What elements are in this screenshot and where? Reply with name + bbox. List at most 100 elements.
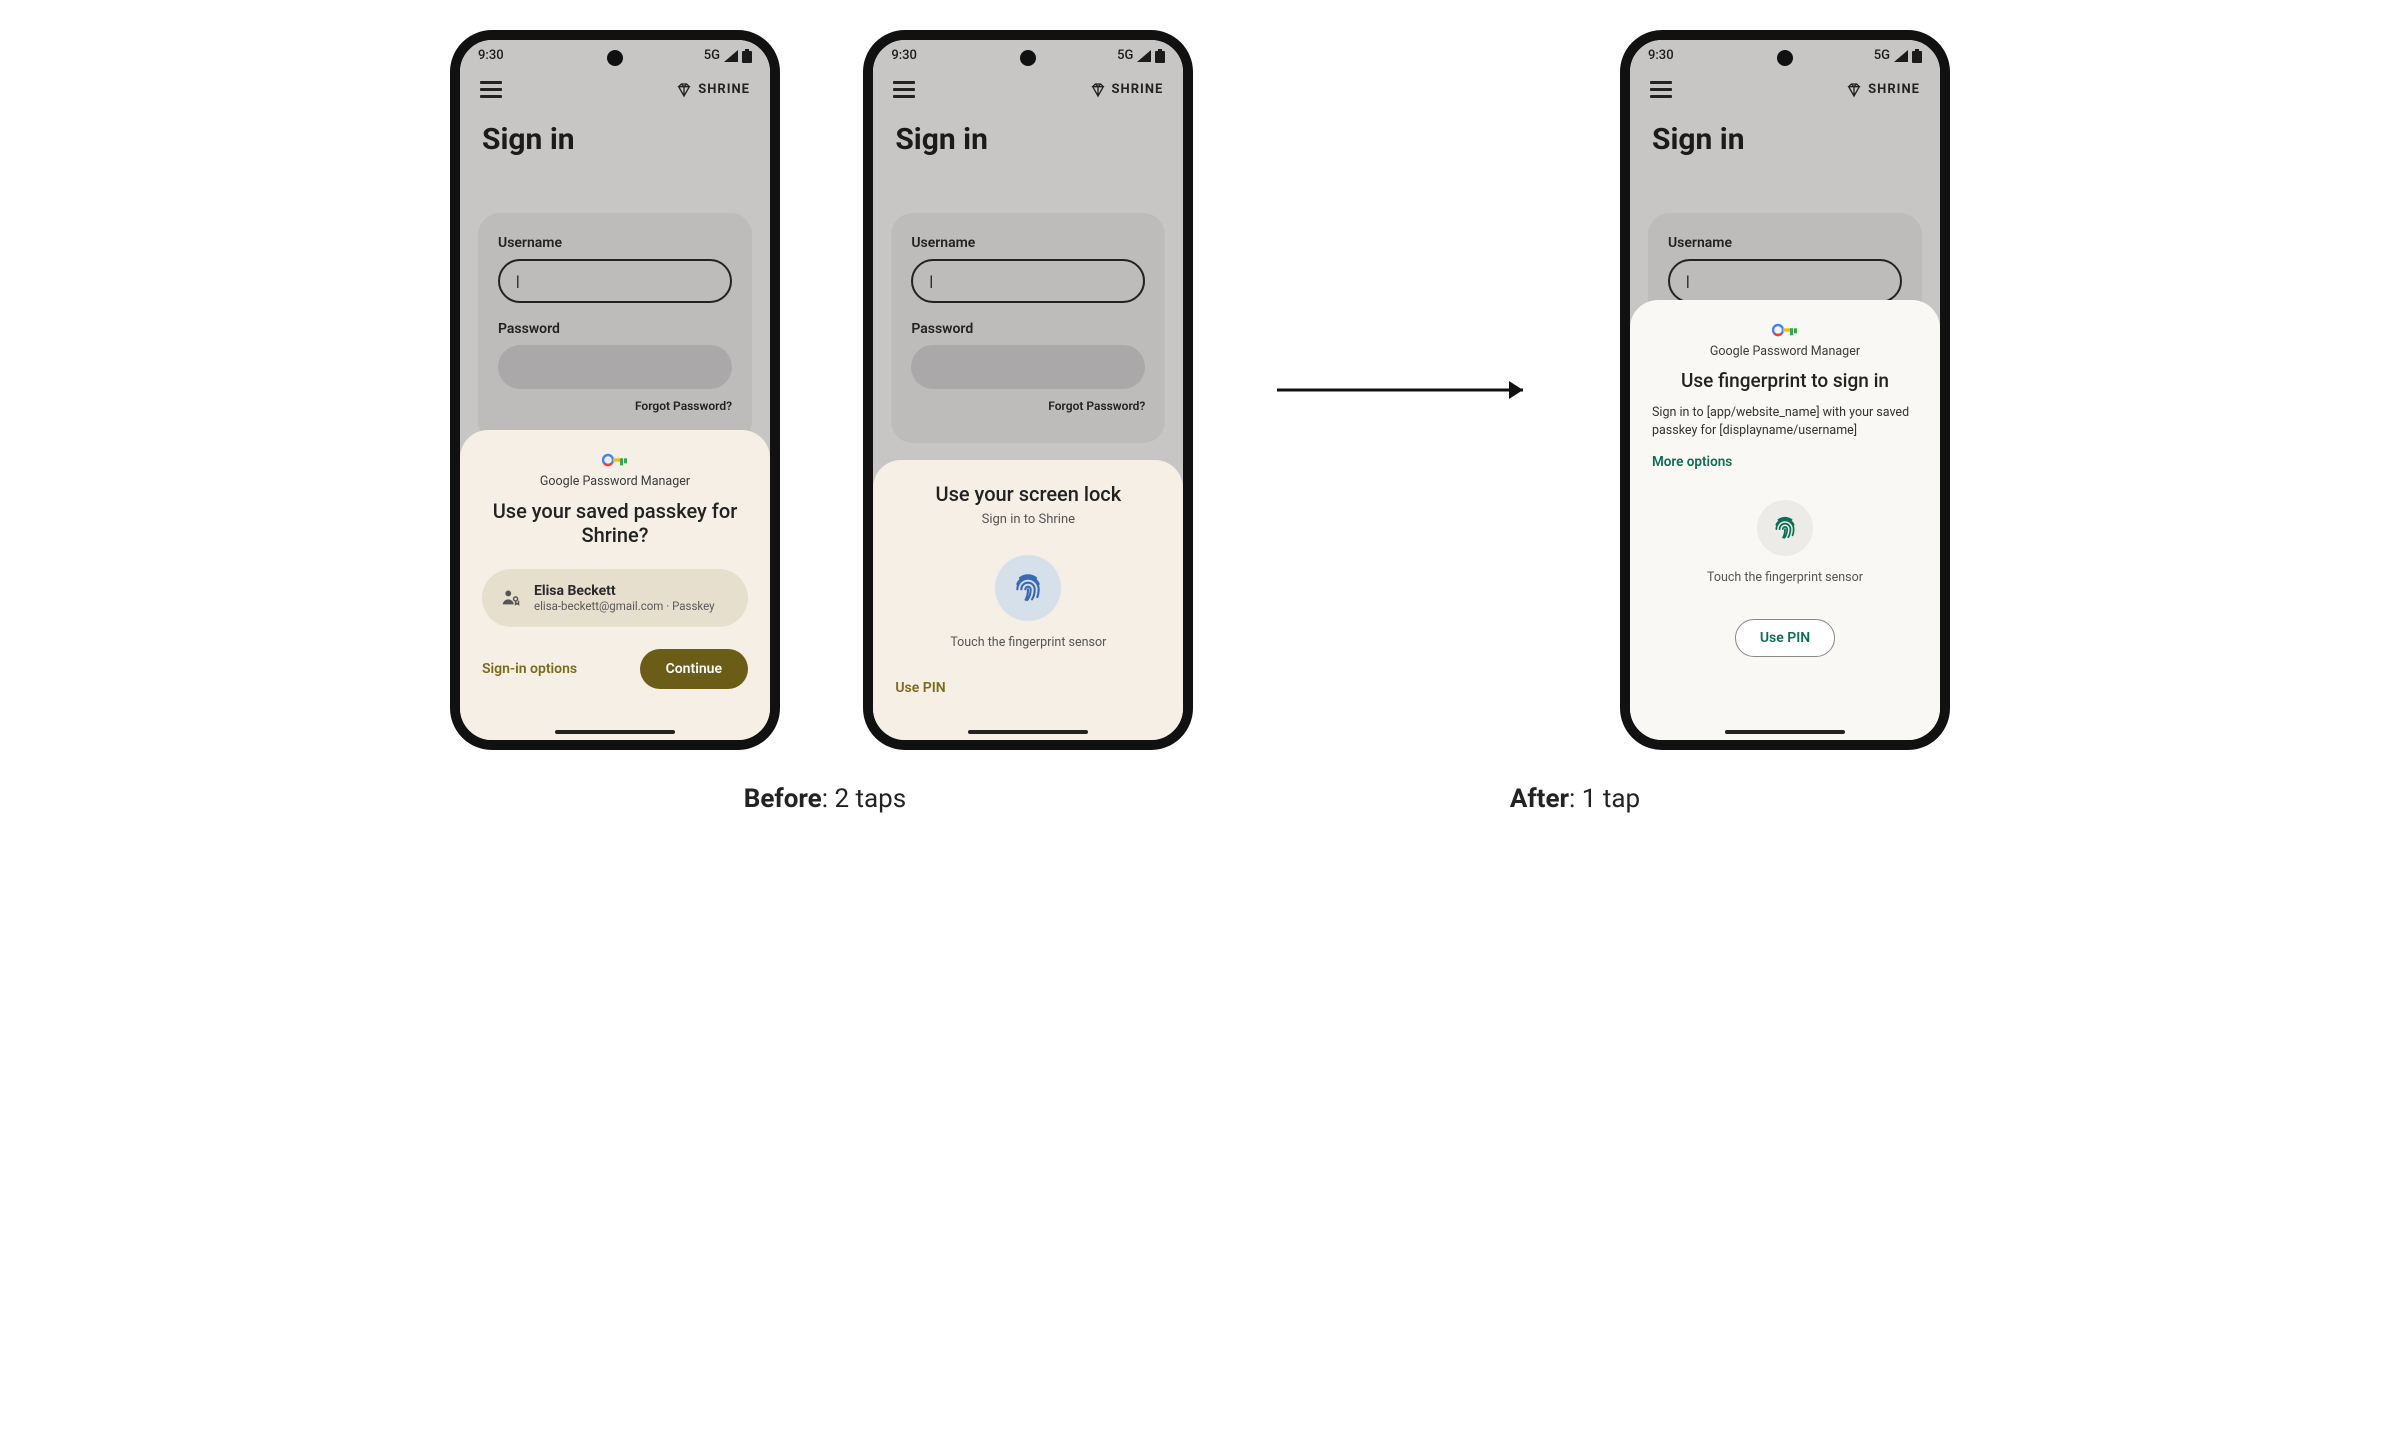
key-icon — [1772, 322, 1798, 338]
phone-before-step2: 9:30 5G SHRINE Sign in Username Pa — [863, 30, 1193, 750]
home-indicator[interactable] — [968, 730, 1088, 734]
username-input[interactable] — [911, 259, 1145, 303]
account-row[interactable]: Elisa Beckett elisa-beckett@gmail.com · … — [482, 569, 748, 627]
password-label: Password — [498, 321, 732, 337]
brand-label: SHRINE — [698, 82, 750, 97]
screen: 9:30 5G SHRINE Sign in Username Pa — [873, 40, 1183, 740]
arrow-icon — [1277, 375, 1537, 405]
brand: SHRINE — [676, 82, 750, 98]
key-icon — [602, 452, 628, 468]
gpm-label: Google Password Manager — [1652, 344, 1918, 359]
signin-options-button[interactable]: Sign-in options — [482, 661, 577, 677]
status-network: 5G — [1874, 48, 1890, 63]
camera-notch — [1020, 50, 1036, 66]
diamond-icon — [1090, 82, 1106, 98]
gpm-label: Google Password Manager — [482, 474, 748, 489]
sheet3-body: Sign in to [app/website_name] with your … — [1652, 404, 1918, 440]
caption-after-rest: : 1 tap — [1569, 784, 1640, 814]
screenlock-sheet: Use your screen lock Sign in to Shrine T… — [873, 460, 1183, 740]
fingerprint-target[interactable] — [1757, 500, 1813, 556]
password-input[interactable] — [911, 345, 1145, 389]
username-label: Username — [498, 235, 732, 251]
fingerprint-sheet: Google Password Manager Use fingerprint … — [1630, 300, 1940, 740]
status-network: 5G — [704, 48, 720, 63]
sheet1-actions: Sign-in options Continue — [482, 649, 748, 689]
page-title: Sign in — [1630, 108, 1940, 177]
signal-icon — [1894, 50, 1908, 62]
more-options-link[interactable]: More options — [1652, 454, 1732, 470]
status-right: 5G — [704, 48, 752, 63]
fingerprint-icon — [1012, 572, 1044, 604]
signin-card: Username Password Forgot Password? — [478, 213, 752, 443]
caption-after-bold: After — [1510, 784, 1569, 814]
brand-label: SHRINE — [1868, 82, 1920, 97]
home-indicator[interactable] — [555, 730, 675, 734]
status-time: 9:30 — [1648, 48, 1674, 63]
caption-before-bold: Before — [744, 784, 822, 814]
hamburger-icon[interactable] — [480, 81, 502, 98]
diamond-icon — [676, 82, 692, 98]
status-network: 5G — [1117, 48, 1133, 63]
caption-after: After: 1 tap — [1200, 784, 1950, 814]
gpm-logo — [482, 452, 748, 468]
caption-row: Before: 2 taps After: 1 tap — [450, 784, 1950, 814]
app-bar: SHRINE — [460, 63, 770, 108]
phone-col-3: 9:30 5G SHRINE Sign in Username — [1620, 30, 1950, 750]
hamburger-icon[interactable] — [1650, 81, 1672, 98]
status-right: 5G — [1874, 48, 1922, 63]
fp-caption: Touch the fingerprint sensor — [1652, 570, 1918, 585]
hamburger-icon[interactable] — [893, 81, 915, 98]
signal-icon — [1137, 50, 1151, 62]
phone-after: 9:30 5G SHRINE Sign in Username — [1620, 30, 1950, 750]
screen: 9:30 5G SHRINE Sign in Username Pa — [460, 40, 770, 740]
battery-icon — [1912, 49, 1922, 63]
caption-before: Before: 2 taps — [450, 784, 1200, 814]
signin-card: Username Password Forgot Password? — [891, 213, 1165, 443]
page-title: Sign in — [873, 108, 1183, 177]
signal-icon — [724, 50, 738, 62]
fp-caption: Touch the fingerprint sensor — [895, 635, 1161, 650]
use-pin-button[interactable]: Use PIN — [895, 680, 945, 696]
caption-before-rest: : 2 taps — [822, 784, 906, 814]
sheet3-title: Use fingerprint to sign in — [1652, 369, 1918, 392]
diamond-icon — [1846, 82, 1862, 98]
screen: 9:30 5G SHRINE Sign in Username — [1630, 40, 1940, 740]
continue-button[interactable]: Continue — [640, 649, 748, 689]
gpm-logo — [1652, 322, 1918, 338]
battery-icon — [742, 49, 752, 63]
forgot-password-link[interactable]: Forgot Password? — [498, 399, 732, 413]
home-indicator[interactable] — [1725, 730, 1845, 734]
battery-icon — [1155, 49, 1165, 63]
passkey-sheet: Google Password Manager Use your saved p… — [460, 430, 770, 740]
sheet2-subtitle: Sign in to Shrine — [895, 512, 1161, 527]
flow-arrow — [1277, 30, 1537, 750]
status-right: 5G — [1117, 48, 1165, 63]
account-name: Elisa Beckett — [534, 583, 715, 599]
username-label: Username — [1668, 235, 1902, 251]
phone-col-1: 9:30 5G SHRINE Sign in Username Pa — [450, 30, 780, 750]
camera-notch — [607, 50, 623, 66]
app-bar: SHRINE — [1630, 63, 1940, 108]
sheet1-title: Use your saved passkey for Shrine? — [482, 499, 748, 547]
comparison-stage: 9:30 5G SHRINE Sign in Username Pa — [450, 30, 1950, 750]
passkey-person-icon — [500, 587, 522, 609]
camera-notch — [1777, 50, 1793, 66]
sheet2-title: Use your screen lock — [895, 482, 1161, 506]
username-input[interactable] — [1668, 259, 1902, 303]
password-label: Password — [911, 321, 1145, 337]
brand-label: SHRINE — [1112, 82, 1164, 97]
forgot-password-link[interactable]: Forgot Password? — [911, 399, 1145, 413]
brand: SHRINE — [1846, 82, 1920, 98]
password-input[interactable] — [498, 345, 732, 389]
app-bar: SHRINE — [873, 63, 1183, 108]
page-title: Sign in — [460, 108, 770, 177]
phone-col-2: 9:30 5G SHRINE Sign in Username Pa — [863, 30, 1193, 750]
username-input[interactable] — [498, 259, 732, 303]
phone-before-step1: 9:30 5G SHRINE Sign in Username Pa — [450, 30, 780, 750]
account-text: Elisa Beckett elisa-beckett@gmail.com · … — [534, 583, 715, 613]
status-time: 9:30 — [478, 48, 504, 63]
use-pin-button[interactable]: Use PIN — [1735, 619, 1835, 657]
fingerprint-icon — [1772, 515, 1798, 541]
account-sub: elisa-beckett@gmail.com · Passkey — [534, 599, 715, 613]
fingerprint-target[interactable] — [995, 555, 1061, 621]
